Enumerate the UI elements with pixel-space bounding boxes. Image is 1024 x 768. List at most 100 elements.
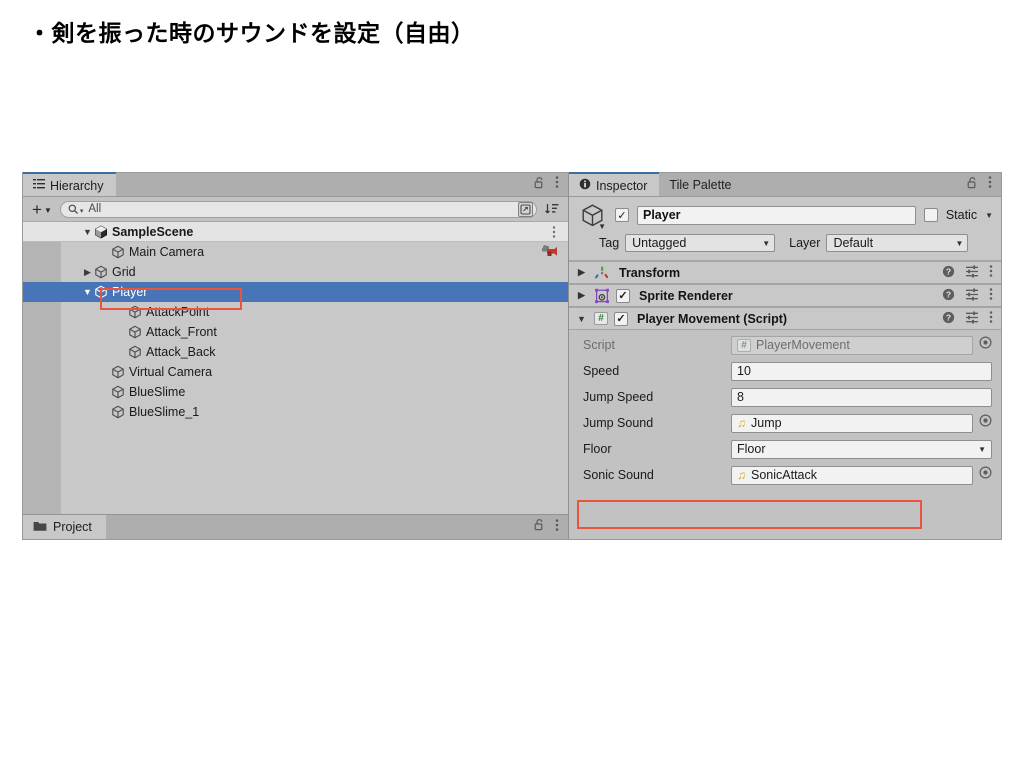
hierarchy-row-blueslime[interactable]: BlueSlime — [23, 382, 568, 402]
component-body-player-movement-script: Script # PlayerMovement Speed 10 Jump Speed 8 J… — [569, 330, 1001, 490]
twirl-icon[interactable]: ▼ — [81, 287, 94, 297]
component-header-icons: ? — [942, 310, 993, 327]
folder-icon — [33, 520, 47, 535]
lock-open-icon[interactable] — [534, 176, 545, 194]
hierarchy-row-samplescene[interactable]: ▼ SampleScene — [23, 222, 568, 242]
twirl-icon[interactable]: ▶ — [575, 267, 588, 278]
property-label-jump-sound: Jump Sound — [583, 416, 654, 430]
kebab-menu-icon[interactable] — [988, 175, 992, 194]
property-label-sonic-sound: Sonic Sound — [583, 468, 654, 482]
hierarchy-rows: Main Camera ▶ Grid ▼ Player AttackPoint Attack… — [23, 242, 568, 422]
twirl-icon[interactable]: ▼ — [81, 227, 94, 237]
twirl-icon[interactable]: ▶ — [575, 290, 588, 301]
hierarchy-row-attack-front[interactable]: Attack_Front — [23, 322, 568, 342]
hierarchy-row-attackpoint[interactable]: AttackPoint — [23, 302, 568, 322]
gameobject-cube-icon: ▼ — [577, 203, 607, 231]
page-title: ・剣を振った時のサウンドを設定（自由） — [28, 20, 475, 46]
lock-open-icon[interactable] — [967, 176, 978, 194]
preset-sliders-icon[interactable] — [965, 265, 979, 281]
kebab-menu-icon[interactable] — [555, 175, 559, 194]
inspector-tabstrip-spacer — [744, 173, 968, 196]
gameobject-cube-icon — [111, 405, 125, 419]
hierarchy-row-label: Virtual Camera — [129, 365, 213, 379]
component-header-player-movement-script[interactable]: ▼ # ✓ Player Movement (Script)? — [569, 307, 1001, 330]
chevron-down-icon: ▼ — [762, 238, 771, 248]
hierarchy-row-label: Main Camera — [129, 245, 205, 259]
object-picker-icon[interactable] — [979, 336, 992, 354]
component-header-icons: ? — [942, 287, 993, 304]
project-panel: Project — [23, 514, 568, 539]
component-header-transform[interactable]: ▶ Transform? — [569, 261, 1001, 284]
hierarchy-row-grid[interactable]: ▶ Grid — [23, 262, 568, 282]
tab-project-label: Project — [53, 520, 92, 534]
tab-inspector[interactable]: Inspector — [569, 172, 660, 196]
property-field-speed[interactable]: 10 — [731, 361, 992, 381]
object-picker-icon[interactable] — [518, 201, 533, 217]
property-field-jump-speed[interactable]: 8 — [731, 387, 992, 407]
help-icon[interactable]: ? — [942, 288, 955, 304]
preset-sliders-icon[interactable] — [965, 288, 979, 304]
search-input[interactable]: ▾ All — [59, 200, 537, 218]
sprite-renderer-icon — [594, 288, 610, 304]
help-icon[interactable]: ? — [942, 311, 955, 327]
hierarchy-row-attack-back[interactable]: Attack_Back — [23, 342, 568, 362]
search-icon: ▾ — [68, 204, 83, 215]
tab-hierarchy[interactable]: Hierarchy — [23, 172, 116, 196]
object-picker-icon[interactable] — [979, 466, 992, 484]
twirl-icon[interactable]: ▼ — [575, 314, 588, 324]
kebab-menu-icon[interactable] — [555, 518, 559, 537]
kebab-menu-icon[interactable] — [989, 310, 993, 327]
inspector-tab-icons — [967, 173, 1001, 196]
kebab-menu-icon[interactable] — [552, 225, 556, 242]
hierarchy-row-label: Grid — [112, 265, 136, 279]
hierarchy-row-label: SampleScene — [112, 224, 194, 239]
hierarchy-row-main-camera[interactable]: Main Camera — [23, 242, 568, 262]
create-gameobject-button[interactable]: + ▼ — [30, 201, 54, 218]
preset-sliders-icon[interactable] — [965, 311, 979, 327]
twirl-icon[interactable]: ▶ — [81, 267, 94, 278]
tab-inspector-label: Inspector — [596, 178, 648, 193]
property-field-sonic-sound[interactable]: ♫ SonicAttack — [731, 465, 973, 485]
gameobject-cube-icon — [128, 325, 142, 339]
chevron-down-icon[interactable]: ▼ — [985, 211, 993, 220]
audio-clip-icon: ♫ — [737, 468, 746, 482]
hierarchy-row-player[interactable]: ▼ Player — [23, 282, 568, 302]
property-label-script: Script — [583, 338, 615, 352]
hierarchy-row-blueslime-1[interactable]: BlueSlime_1 — [23, 402, 568, 422]
object-picker-icon[interactable] — [979, 414, 992, 432]
kebab-menu-icon[interactable] — [989, 264, 993, 281]
tab-project[interactable]: Project — [23, 515, 106, 539]
static-checkbox[interactable] — [923, 208, 938, 222]
hierarchy-toolbar: + ▼ ▾ All — [23, 197, 568, 222]
gameobject-name-field[interactable]: Player — [637, 205, 916, 225]
tag-label: Tag — [599, 236, 620, 250]
gameobject-name-row: ▼ ✓ Player Static ▼ — [577, 203, 993, 231]
chevron-down-icon: ▼ — [955, 238, 964, 248]
tab-tile-palette[interactable]: Tile Palette — [659, 173, 744, 196]
audio-clip-icon: ♫ — [737, 416, 746, 430]
component-header-sprite-renderer[interactable]: ▶ ✓ Sprite Renderer? — [569, 284, 1001, 307]
property-label-floor: Floor — [583, 442, 612, 456]
hierarchy-tabstrip: Hierarchy — [23, 172, 568, 197]
tag-dropdown[interactable]: Untagged ▼ — [625, 234, 776, 252]
component-title: Sprite Renderer — [639, 288, 733, 303]
lock-open-icon[interactable] — [534, 518, 545, 536]
sort-icon[interactable] — [543, 200, 561, 218]
property-field-script[interactable]: # PlayerMovement — [731, 335, 973, 355]
unity-scene-icon — [94, 225, 108, 239]
hierarchy-row-virtual-camera[interactable]: Virtual Camera — [23, 362, 568, 382]
layer-dropdown[interactable]: Default ▼ — [826, 234, 969, 252]
property-field-floor[interactable]: Floor ▼ — [731, 439, 992, 459]
property-value-speed: 10 — [737, 364, 751, 378]
component-enabled-checkbox[interactable]: ✓ — [614, 311, 628, 326]
component-enabled-checkbox[interactable]: ✓ — [616, 288, 630, 303]
component-title: Transform — [619, 265, 681, 280]
chevron-down-icon: ▼ — [978, 444, 986, 454]
svg-text:?: ? — [946, 312, 951, 322]
chevron-down-icon[interactable]: ▼ — [598, 222, 606, 231]
kebab-menu-icon[interactable] — [989, 287, 993, 304]
property-field-jump-sound[interactable]: ♫ Jump — [731, 413, 973, 433]
help-icon[interactable]: ? — [942, 265, 955, 281]
svg-text:?: ? — [946, 289, 951, 299]
gameobject-enabled-checkbox[interactable]: ✓ — [615, 208, 629, 222]
